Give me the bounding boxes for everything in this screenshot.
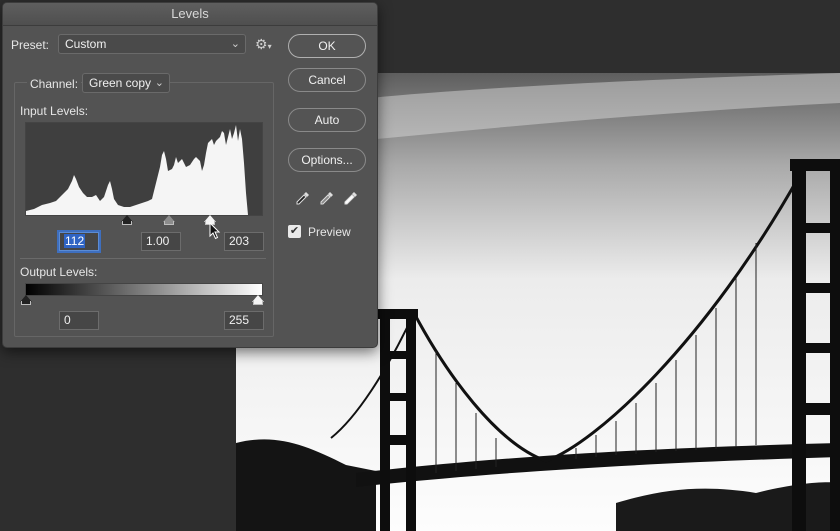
output-white-slider[interactable] xyxy=(252,295,264,306)
gray-eyedropper-icon[interactable] xyxy=(319,190,335,206)
gear-icon[interactable]: ⚙▾ xyxy=(255,36,272,53)
channel-value: Green copy xyxy=(89,76,152,90)
output-gradient-bar xyxy=(25,283,263,296)
input-gamma-slider[interactable] xyxy=(163,215,175,226)
checkmark-icon: ✔ xyxy=(289,225,300,237)
ok-button[interactable]: OK xyxy=(288,34,366,58)
input-white-field[interactable]: 203 xyxy=(224,232,264,251)
input-black-value: 112 xyxy=(64,234,86,248)
chevron-down-icon: ⌄ xyxy=(230,38,240,50)
input-gamma-field[interactable]: 1.00 xyxy=(141,232,181,251)
output-levels-label: Output Levels: xyxy=(20,265,98,279)
output-black-field[interactable]: 0 xyxy=(59,311,99,330)
chevron-down-icon: ⌄ xyxy=(154,77,164,89)
channel-dropdown[interactable]: Green copy ⌄ xyxy=(82,73,170,93)
preview-checkbox[interactable]: ✔ xyxy=(288,225,301,238)
auto-button[interactable]: Auto xyxy=(288,108,366,132)
mouse-cursor-icon xyxy=(209,222,221,240)
dialog-title[interactable]: Levels xyxy=(3,3,377,26)
output-black-slider[interactable] xyxy=(20,295,32,306)
black-eyedropper-icon[interactable] xyxy=(295,190,311,206)
preview-label: Preview xyxy=(308,225,351,239)
input-black-slider[interactable] xyxy=(121,215,133,226)
levels-dialog: Levels Preset: Custom ⌄ ⚙▾ Channel: Gree… xyxy=(2,2,378,348)
divider xyxy=(20,258,266,259)
input-black-field[interactable]: 112 xyxy=(59,232,99,251)
preset-value: Custom xyxy=(65,37,107,51)
output-white-field[interactable]: 255 xyxy=(224,311,264,330)
white-eyedropper-icon[interactable] xyxy=(343,190,359,206)
cancel-button[interactable]: Cancel xyxy=(288,68,366,92)
options-button[interactable]: Options... xyxy=(288,148,366,172)
preset-label: Preset: xyxy=(11,38,50,52)
histogram xyxy=(25,122,263,216)
preset-dropdown[interactable]: Custom ⌄ xyxy=(58,34,246,54)
input-levels-label: Input Levels: xyxy=(20,104,89,118)
channel-label: Channel: xyxy=(27,77,82,91)
